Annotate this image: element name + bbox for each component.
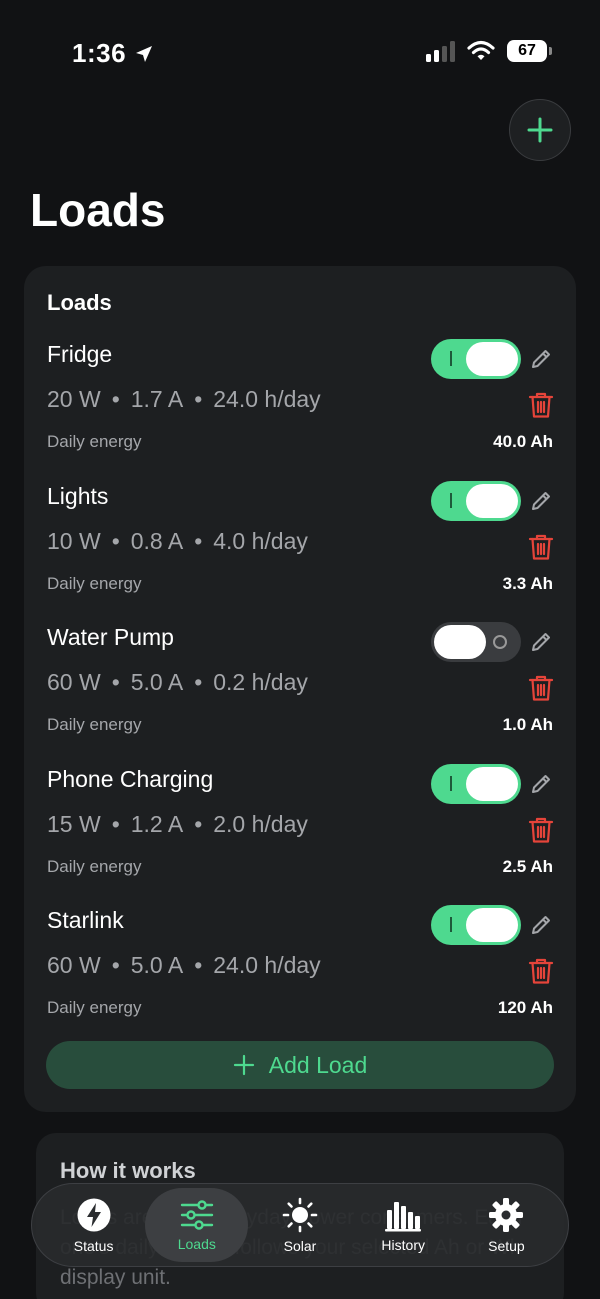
loads-card-title: Loads xyxy=(47,290,112,315)
add-load-fab[interactable] xyxy=(509,99,571,161)
tab-solar-label: Solar xyxy=(283,1237,317,1254)
load-enabled-toggle[interactable] xyxy=(431,339,521,379)
tab-history[interactable]: History xyxy=(352,1188,455,1262)
bar-chart-icon xyxy=(385,1201,422,1231)
edit-pencil-icon[interactable] xyxy=(529,630,553,654)
tab-setup-label: Setup xyxy=(488,1237,525,1254)
plus-icon xyxy=(233,1054,254,1076)
how-it-works-title: How it works xyxy=(60,1158,196,1183)
plus-icon xyxy=(527,117,553,143)
load-name: Starlink xyxy=(47,907,124,933)
sun-icon xyxy=(282,1197,318,1232)
load-name: Fridge xyxy=(47,341,113,367)
daily-energy-label: Daily energy xyxy=(47,715,142,734)
load-amps: 1.7 A xyxy=(130,386,184,412)
wifi-icon xyxy=(467,40,495,60)
edit-pencil-icon[interactable] xyxy=(529,347,553,371)
location-arrow-icon xyxy=(136,45,153,62)
tab-status-label: Status xyxy=(73,1237,114,1254)
load-amps: 0.8 A xyxy=(130,527,184,554)
daily-energy-value: 120 Ah xyxy=(497,998,553,1017)
load-hours: 0.2 h/day xyxy=(213,669,308,695)
tab-solar[interactable]: Solar xyxy=(248,1188,351,1262)
load-hours: 24.0 h/day xyxy=(213,386,321,412)
load-enabled-toggle[interactable] xyxy=(431,763,521,804)
loads-card: Loads Fridge 20 W • 1.7 A • 24.0 h/day Daily e… xyxy=(24,266,576,1112)
battery-level: 67 xyxy=(507,40,547,62)
bolt-icon xyxy=(77,1198,111,1231)
tab-status[interactable]: Status xyxy=(42,1188,145,1262)
load-row: Water Pump 60 W • 5.0 A • 0.2 h/day Daily ener… xyxy=(24,622,576,754)
load-row: Starlink 60 W • 5.0 A • 24.0 h/day Daily energ… xyxy=(24,905,576,1037)
tab-setup[interactable]: Setup xyxy=(455,1188,558,1262)
trash-icon[interactable] xyxy=(528,957,554,985)
load-name: Phone Charging xyxy=(47,765,214,792)
trash-icon[interactable] xyxy=(528,391,554,419)
edit-pencil-icon[interactable] xyxy=(529,772,553,796)
status-time: 1:36 xyxy=(72,38,154,69)
load-watts: 15 W xyxy=(47,810,101,837)
daily-energy-value: 40.0 Ah xyxy=(493,432,553,451)
load-stats: 60 W • 5.0 A • 0.2 h/day xyxy=(47,669,308,695)
tab-loads[interactable]: Loads xyxy=(145,1188,249,1262)
edit-pencil-icon[interactable] xyxy=(529,489,553,513)
trash-icon[interactable] xyxy=(528,816,554,844)
load-enabled-toggle[interactable] xyxy=(431,905,521,945)
load-stats: 10 W • 0.8 A • 4.0 h/day xyxy=(47,527,308,554)
load-enabled-toggle[interactable] xyxy=(431,622,521,662)
load-enabled-toggle[interactable] xyxy=(431,480,521,521)
load-stats: 15 W • 1.2 A • 2.0 h/day xyxy=(47,810,308,837)
add-load-button[interactable]: Add Load xyxy=(46,1041,554,1089)
load-row: Fridge 20 W • 1.7 A • 24.0 h/day Daily energy 4… xyxy=(24,339,576,471)
daily-energy-label: Daily energy xyxy=(47,573,142,593)
load-stats: 20 W • 1.7 A • 24.0 h/day xyxy=(47,386,321,412)
load-hours: 4.0 h/day xyxy=(213,527,308,554)
tab-loads-label: Loads xyxy=(177,1235,216,1252)
load-hours: 2.0 h/day xyxy=(213,810,308,837)
daily-energy-value: 3.3 Ah xyxy=(502,573,553,593)
daily-energy-value: 1.0 Ah xyxy=(502,715,553,734)
page-title: Loads xyxy=(30,184,166,236)
battery-icon: 67 xyxy=(507,40,552,62)
load-row: Lights 10 W • 0.8 A • 4.0 h/day Daily energy 3.… xyxy=(24,480,576,613)
status-indicators: 67 xyxy=(426,40,552,62)
load-watts: 10 W xyxy=(47,527,101,554)
daily-energy-label: Daily energy xyxy=(47,856,142,876)
load-amps: 1.2 A xyxy=(130,810,184,837)
edit-pencil-icon[interactable] xyxy=(529,913,553,937)
sliders-icon xyxy=(180,1199,213,1230)
daily-energy-label: Daily energy xyxy=(47,998,142,1017)
load-stats: 60 W • 5.0 A • 24.0 h/day xyxy=(47,952,321,978)
cellular-signal-icon xyxy=(426,40,455,62)
load-amps: 5.0 A xyxy=(130,952,184,978)
daily-energy-value: 2.5 Ah xyxy=(502,856,553,876)
status-bar: 1:36 67 xyxy=(0,0,600,110)
load-row: Phone Charging 15 W • 1.2 A • 2.0 h/day Daily … xyxy=(24,763,576,896)
add-load-label: Add Load xyxy=(268,1051,368,1078)
load-name: Water Pump xyxy=(47,624,174,650)
trash-icon[interactable] xyxy=(528,533,554,561)
tab-bar: Status Loads Solar History Setup xyxy=(31,1183,569,1267)
daily-energy-label: Daily energy xyxy=(47,432,142,451)
load-watts: 20 W xyxy=(47,386,101,412)
load-amps: 5.0 A xyxy=(130,669,184,695)
load-watts: 60 W xyxy=(47,669,101,695)
tab-history-label: History xyxy=(381,1236,425,1253)
load-name: Lights xyxy=(47,482,109,509)
trash-icon[interactable] xyxy=(528,674,554,702)
status-time-text: 1:36 xyxy=(72,38,127,68)
gear-icon xyxy=(489,1197,524,1232)
load-hours: 24.0 h/day xyxy=(213,952,321,978)
load-watts: 60 W xyxy=(47,952,101,978)
